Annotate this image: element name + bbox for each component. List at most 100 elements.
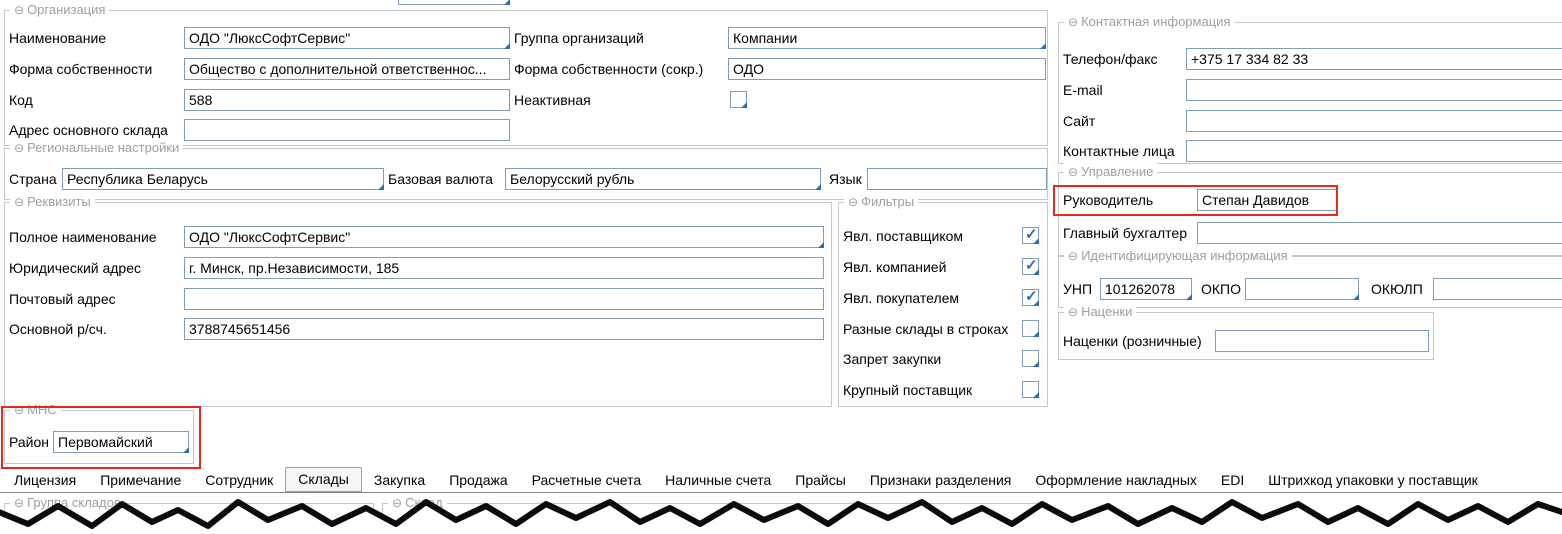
org-name-field[interactable]: ОДО "ЛюксСофтСервис" (184, 27, 510, 49)
site-label: Сайт (1063, 110, 1095, 132)
accountant-label: Главный бухгалтер (1063, 222, 1187, 244)
tab-employee[interactable]: Сотрудник (193, 469, 285, 492)
account-field[interactable]: 3788745651456 (184, 318, 824, 340)
markups-group-title: Наценки (1081, 304, 1132, 319)
filter-buyer-checkbox[interactable] (1022, 289, 1039, 306)
requisites-group-header: Реквизиты (10, 193, 95, 211)
email-label: E-mail (1063, 79, 1103, 101)
filter-purchase-ban-label: Запрет закупки (843, 348, 941, 370)
filter-large-supplier-checkbox[interactable] (1022, 381, 1039, 398)
code-field[interactable]: 588 (184, 89, 510, 111)
retail-markup-field[interactable] (1215, 330, 1429, 352)
unp-label: УНП (1063, 278, 1092, 300)
collapse-icon[interactable] (1068, 305, 1078, 319)
filter-different-warehouses-checkbox[interactable] (1022, 320, 1039, 337)
filter-purchase-ban-checkbox[interactable] (1022, 350, 1039, 367)
inactive-label: Неактивная (514, 89, 591, 111)
collapse-icon[interactable] (1068, 15, 1078, 29)
tab-note[interactable]: Примечание (88, 469, 193, 492)
filter-supplier-checkbox[interactable] (1022, 227, 1039, 244)
tab-division-signs[interactable]: Признаки разделения (858, 469, 1024, 492)
filter-company-label: Явл. компанией (843, 256, 946, 278)
tab-prices[interactable]: Прайсы (783, 469, 858, 492)
postal-address-label: Почтовый адрес (9, 288, 116, 310)
tab-warehouses[interactable]: Склады (285, 467, 362, 492)
okyulp-field[interactable] (1433, 278, 1562, 300)
contact-info-group-title: Контактная информация (1081, 14, 1230, 29)
full-name-field[interactable]: ОДО "ЛюксСофтСервис" (184, 226, 824, 248)
regional-settings-group-header: Региональные настройки (10, 139, 183, 157)
torn-edge (0, 494, 1562, 534)
tab-edi[interactable]: EDI (1209, 469, 1256, 492)
ownership-short-field[interactable]: ОДО (728, 58, 1046, 80)
org-group-field[interactable]: Компании (728, 27, 1046, 49)
code-label: Код (9, 89, 33, 111)
accountant-field[interactable] (1197, 222, 1562, 244)
requisites-group: Реквизиты Полное наименование ОДО "ЛюксС… (4, 202, 832, 407)
collapse-icon[interactable] (14, 3, 24, 17)
collapse-icon[interactable] (14, 141, 24, 155)
warehouse-address-label: Адрес основного склада (9, 119, 168, 141)
ownership-label: Форма собственности (9, 58, 152, 80)
legal-address-field[interactable]: г. Минск, пр.Независимости, 185 (184, 257, 824, 279)
contact-info-group-header: Контактная информация (1064, 13, 1234, 31)
tab-sale[interactable]: Продажа (437, 469, 519, 492)
warehouse-address-field[interactable] (184, 119, 510, 141)
retail-markup-label: Наценки (розничные) (1063, 330, 1202, 352)
identification-group-title: Идентифицирующая информация (1081, 248, 1288, 263)
ownership-field[interactable]: Общество с дополнительной ответственнос.… (184, 58, 510, 80)
org-group-label: Группа организаций (514, 27, 644, 49)
country-field[interactable]: Республика Беларусь (62, 168, 384, 190)
tab-bank-accounts[interactable]: Расчетные счета (520, 469, 654, 492)
annotation-rectangle-mns (1, 406, 201, 469)
markups-group: Наценки Наценки (розничные) (1058, 312, 1434, 360)
filter-large-supplier-label: Крупный поставщик (843, 379, 972, 401)
management-group-header: Управление (1064, 163, 1157, 181)
filter-company-checkbox[interactable] (1022, 258, 1039, 275)
collapse-icon[interactable] (848, 195, 858, 209)
markups-group-header: Наценки (1064, 303, 1136, 321)
regional-settings-group-title: Региональные настройки (27, 140, 179, 155)
collapse-icon[interactable] (14, 195, 24, 209)
okpo-field[interactable] (1245, 278, 1359, 300)
contact-persons-field[interactable] (1186, 140, 1562, 162)
clipped-field-fragment (398, 0, 510, 5)
filter-supplier-label: Явл. поставщиком (843, 225, 963, 247)
filters-group-title: Фильтры (861, 194, 914, 209)
unp-field[interactable]: 101262078 (1100, 278, 1192, 300)
ownership-short-label: Форма собственности (сокр.) (514, 58, 703, 80)
management-group-title: Управление (1081, 164, 1153, 179)
annotation-rectangle-manager (1053, 185, 1338, 216)
currency-label: Базовая валюта (388, 168, 493, 190)
organization-form: Организация Наименование ОДО "ЛюксСофтСе… (0, 0, 1562, 534)
filters-group-header: Фильтры (844, 193, 918, 211)
tab-purchase[interactable]: Закупка (362, 469, 437, 492)
filter-buyer-label: Явл. покупателем (843, 287, 959, 309)
language-field[interactable] (867, 168, 1047, 190)
currency-field[interactable]: Белорусский рубль (505, 168, 821, 190)
inactive-checkbox[interactable] (730, 91, 747, 108)
filter-different-warehouses-label: Разные склады в строках (843, 318, 1008, 340)
collapse-icon[interactable] (1068, 165, 1078, 179)
account-label: Основной р/сч. (9, 318, 107, 340)
requisites-group-title: Реквизиты (27, 194, 91, 209)
bottom-tab-bar: Лицензия Примечание Сотрудник Склады Зак… (0, 468, 1562, 493)
tab-invoice-format[interactable]: Оформление накладных (1023, 469, 1209, 492)
full-name-label: Полное наименование (9, 226, 157, 248)
language-label: Язык (829, 168, 862, 190)
tab-package-barcode[interactable]: Штрихкод упаковки у поставщик (1256, 469, 1490, 492)
organization-group: Организация Наименование ОДО "ЛюксСофтСе… (4, 10, 1048, 146)
contact-persons-label: Контактные лица (1063, 140, 1175, 162)
filters-group: Фильтры Явл. поставщиком Явл. компанией … (838, 202, 1048, 407)
contact-info-group: Контактная информация Телефон/факс +375 … (1058, 22, 1562, 164)
email-field[interactable] (1186, 79, 1562, 101)
site-field[interactable] (1186, 110, 1562, 132)
organization-group-title: Организация (27, 2, 105, 17)
identification-group: Идентифицирующая информация УНП 10126207… (1058, 256, 1562, 308)
okpo-label: ОКПО (1201, 278, 1241, 300)
tab-cash-accounts[interactable]: Наличные счета (653, 469, 783, 492)
postal-address-field[interactable] (184, 288, 824, 310)
phone-field[interactable]: +375 17 334 82 33 (1186, 48, 1562, 70)
collapse-icon[interactable] (1068, 249, 1078, 263)
tab-license[interactable]: Лицензия (2, 469, 88, 492)
